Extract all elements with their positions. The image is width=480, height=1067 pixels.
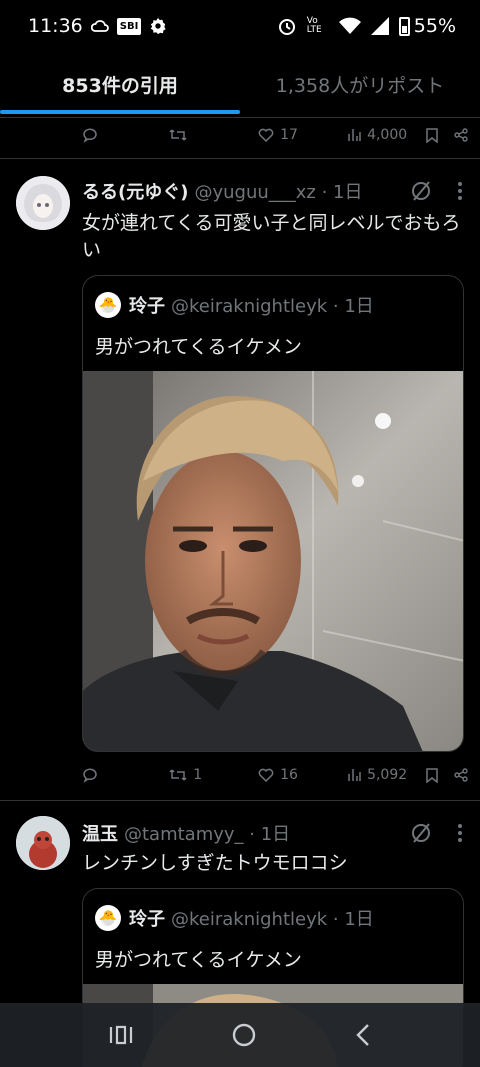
user-handle[interactable]: @tamtamyy_ · 1日 [124,820,290,846]
avatar[interactable] [16,816,70,870]
reply-icon [83,128,97,143]
quote-display-name: 玲子 [129,296,165,317]
like-count: 16 [280,767,298,783]
more-options-icon[interactable] [458,824,462,842]
wifi-icon [338,17,361,34]
bookmark-icon[interactable] [426,767,438,783]
share-icon[interactable] [454,127,468,142]
quote-handle: @keiraknightleyk · 1日 [171,909,374,930]
tweet-text: 女が連れてくる可愛い子と同レベルでおもろい [82,212,461,261]
user-handle[interactable]: @yuguu___xz · 1日 [194,178,362,204]
share-icon[interactable] [454,767,468,782]
like-button[interactable]: 16 [258,767,337,783]
tweet-actions: 1 16 5,092 [82,758,468,792]
retweet-icon [169,769,187,781]
quoted-tweet[interactable]: 🐣 玲子 @keiraknightleyk · 1日 男がつれてくるイケメン [82,275,464,752]
quote-avatar: 🐣 [95,292,121,318]
views-button[interactable]: 5,092 [347,767,426,783]
battery-icon [398,16,410,36]
reply-button[interactable] [82,767,141,783]
recent-apps-icon[interactable] [109,1024,133,1046]
status-bar: 11:36 SBI Vo LTE 55% [0,0,480,52]
divider [0,800,480,801]
gear-icon [151,17,166,35]
display-name[interactable]: 温玉 [82,820,118,846]
signal-icon [370,17,389,35]
cloud-icon [90,20,109,32]
quote-handle: @keiraknightleyk · 1日 [171,296,374,317]
heart-icon [258,768,274,782]
avatar[interactable] [16,176,70,230]
quote-avatar: 🐣 [95,905,121,931]
tab-reposts[interactable]: 1,358人がリポスト [240,52,480,117]
home-icon[interactable] [231,1022,257,1048]
bookmark-icon[interactable] [426,127,438,143]
like-count: 17 [280,127,298,143]
divider [0,158,480,159]
views-count: 5,092 [367,767,408,783]
heart-icon [258,128,274,142]
retweet-count: 1 [193,767,203,783]
like-button[interactable]: 17 [258,127,337,143]
grok-icon[interactable] [410,822,432,844]
quote-text: 男がつれてくるイケメン [95,949,302,971]
retweet-button[interactable] [169,127,248,143]
prev-tweet-actions: 17 4,000 [82,118,468,152]
clock: 11:36 [28,15,83,37]
reply-icon [83,768,97,783]
views-icon [348,129,361,141]
quote-display-name: 玲子 [129,909,165,930]
battery-percent: 55% [413,15,456,37]
active-tab-indicator [0,110,240,114]
tweet[interactable]: るる(元ゆぐ) @yuguu___xz · 1日 女が連れてくる可愛い子と同レベ… [0,160,480,800]
grok-icon[interactable] [410,180,432,202]
tab-bar: 853件の引用 1,358人がリポスト [0,52,480,118]
reply-button[interactable] [82,127,141,143]
tweet-header: るる(元ゆぐ) @yuguu___xz · 1日 [82,178,462,204]
quote-photo[interactable] [83,371,463,751]
views-icon [348,769,361,781]
alarm-icon [278,19,295,35]
retweet-icon [169,129,187,141]
volte-indicator: Vo LTE [306,16,322,35]
tweet-text: レンチンしすぎたトウモロコシ [82,852,348,874]
back-icon[interactable] [355,1023,371,1047]
display-name[interactable]: るる(元ゆぐ) [82,178,188,204]
quote-text: 男がつれてくるイケメン [95,336,302,358]
views-count: 4,000 [367,127,408,143]
views-button[interactable]: 4,000 [347,127,426,143]
retweet-button[interactable]: 1 [169,767,248,783]
tab-quotes[interactable]: 853件の引用 [0,52,240,117]
system-nav-bar [0,1003,480,1067]
more-options-icon[interactable] [458,182,462,200]
sbi-app-icon: SBI [116,17,142,35]
tweet-header: 温玉 @tamtamyy_ · 1日 [82,820,462,846]
